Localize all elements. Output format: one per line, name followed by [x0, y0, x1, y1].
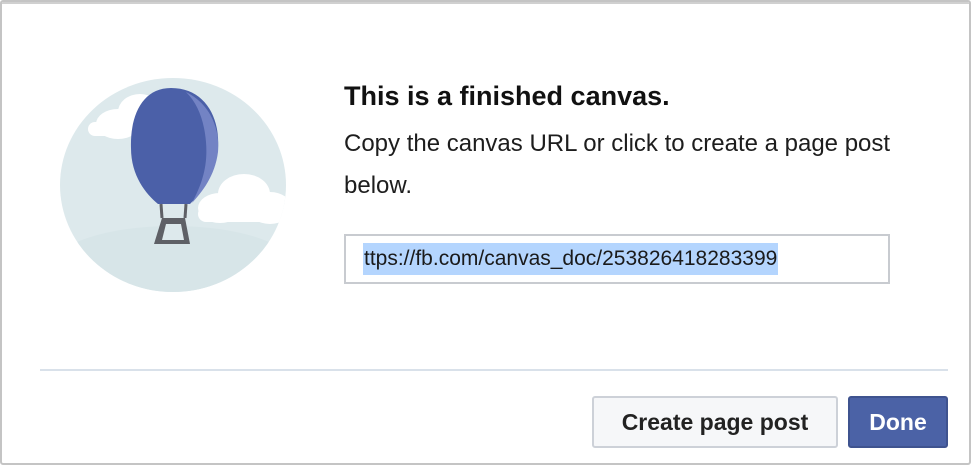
done-button[interactable]: Done: [848, 396, 948, 448]
dialog-message: Copy the canvas URL or click to create a…: [344, 130, 891, 199]
canvas-url-field[interactable]: ttps://fb.com/canvas_doc/253826418283399: [344, 234, 890, 284]
canvas-url-value[interactable]: ttps://fb.com/canvas_doc/253826418283399: [363, 243, 779, 275]
hot-air-balloon-icon: [60, 78, 286, 292]
dialog-top-border: [2, 2, 969, 4]
create-page-post-button[interactable]: Create page post: [592, 396, 838, 448]
dialog-content: This is a finished canvas. Copy the canv…: [344, 78, 944, 207]
footer-divider: [40, 369, 948, 371]
dialog-title: This is a finished canvas.: [344, 81, 670, 111]
finished-canvas-dialog: This is a finished canvas. Copy the canv…: [0, 0, 971, 465]
